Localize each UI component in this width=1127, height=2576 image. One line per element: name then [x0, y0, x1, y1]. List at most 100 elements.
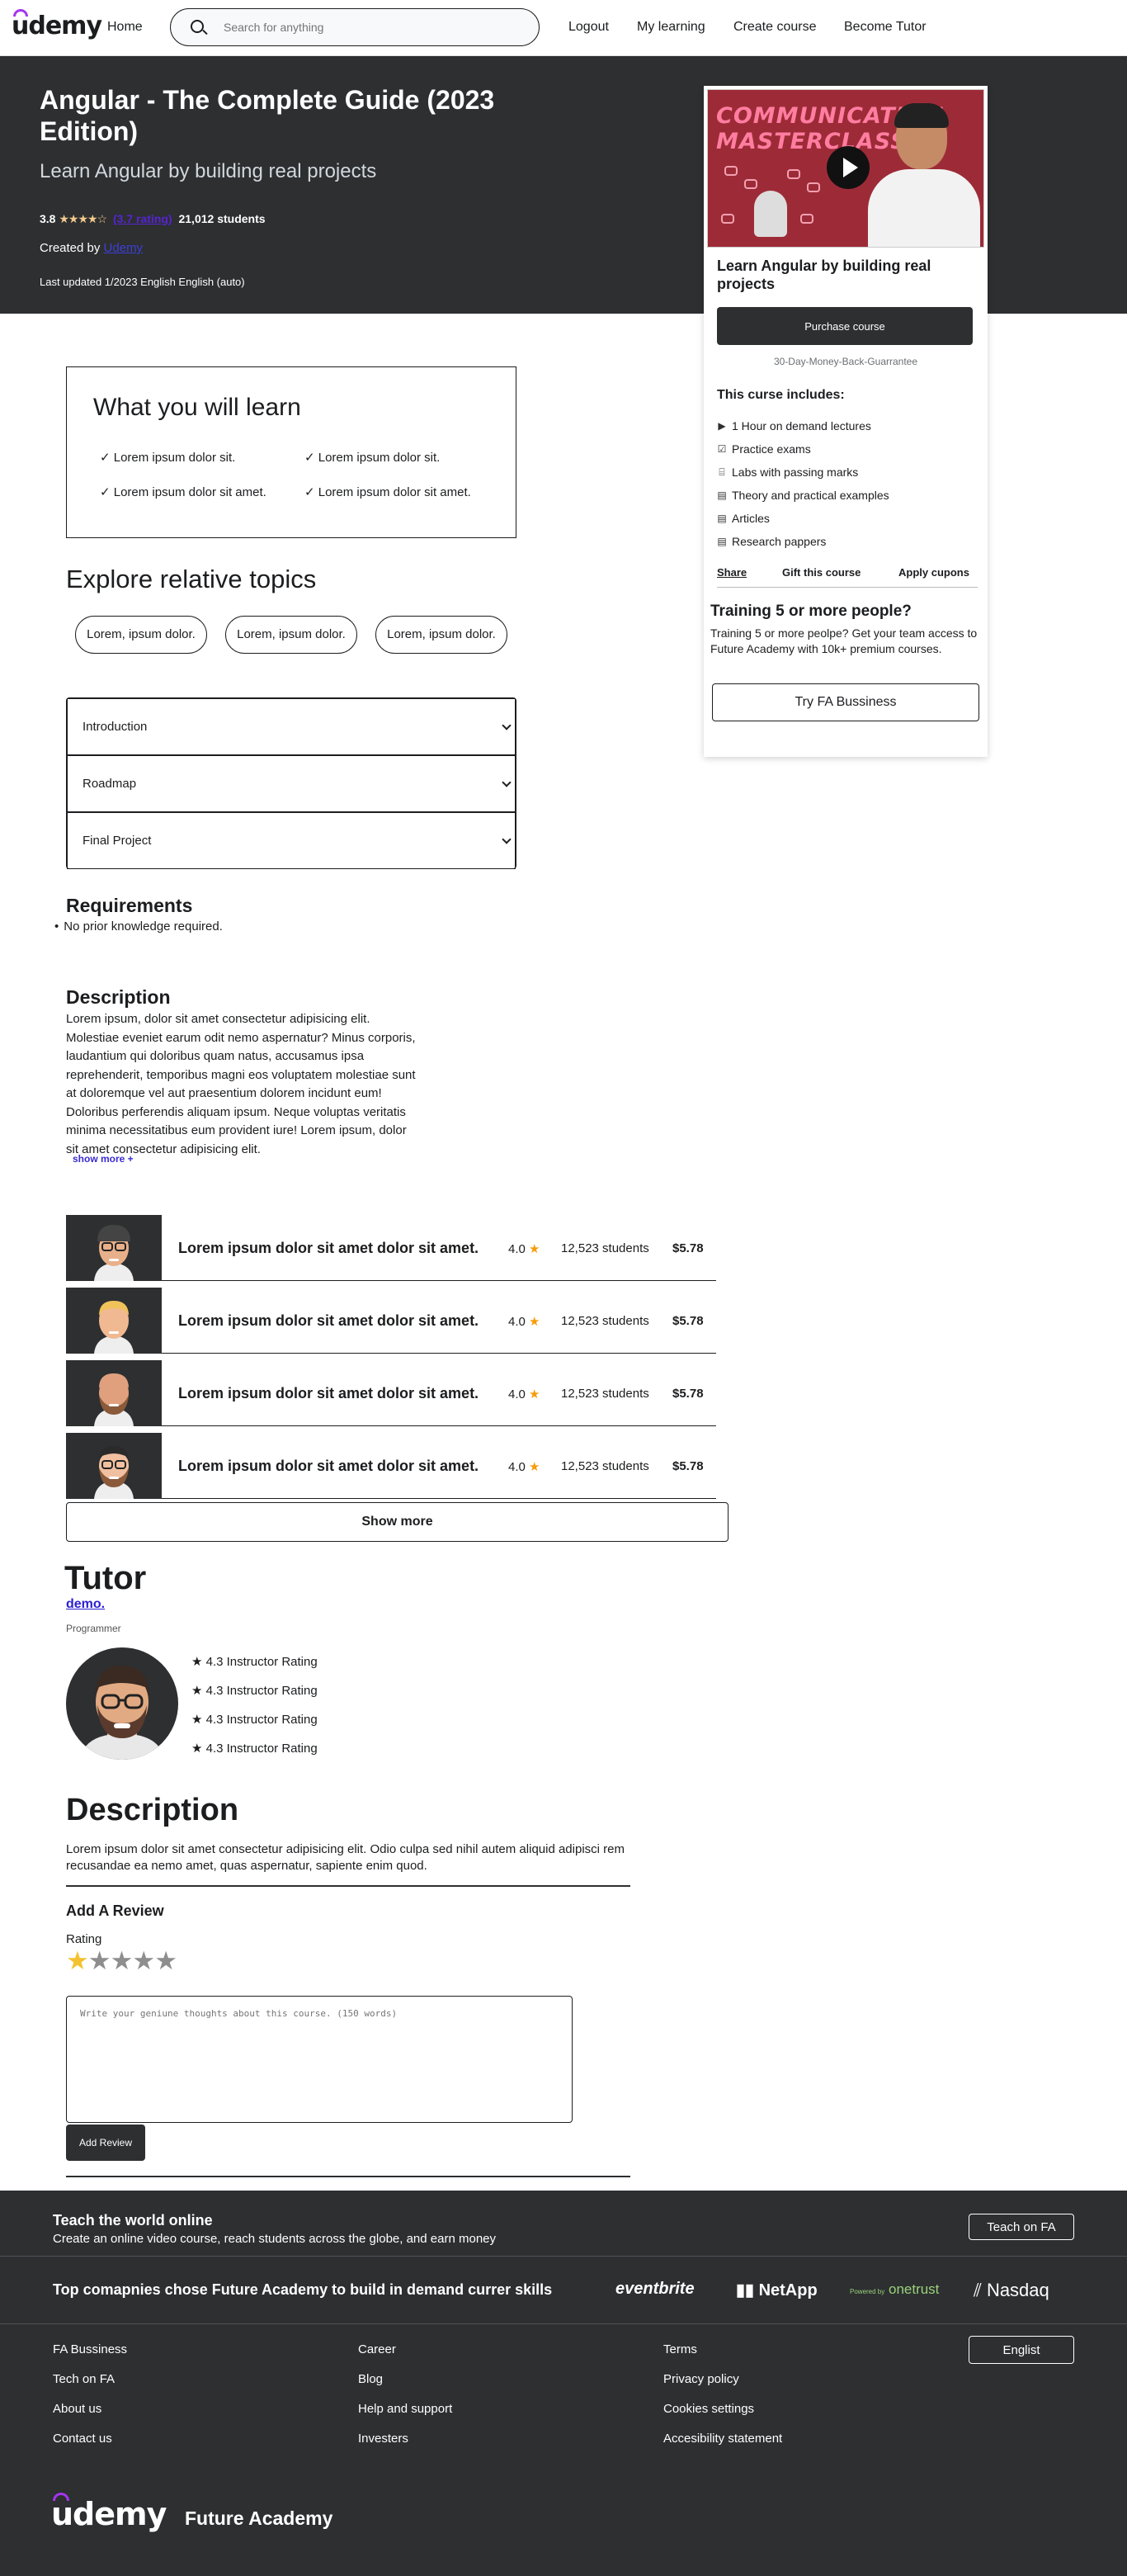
footer-udemy-logo[interactable]: udemy — [51, 2493, 167, 2532]
language-button[interactable]: Englist — [969, 2336, 1074, 2364]
rating-star-icon[interactable]: ★ — [66, 1946, 89, 1975]
star-icon: ★ — [529, 1387, 540, 1401]
review-star-rating[interactable]: ★★★★★ — [66, 1946, 177, 1976]
review-textarea[interactable] — [66, 1996, 573, 2123]
course-row[interactable]: Lorem ipsum dolor sit amet dolor sit ame… — [66, 1360, 716, 1426]
nav-my-learning-link[interactable]: My learning — [637, 20, 705, 35]
course-thumbnail — [66, 1288, 162, 1354]
course-thumbnail — [66, 1215, 162, 1281]
footer-link[interactable]: Terms — [663, 2342, 697, 2356]
requirements-title: Requirements — [66, 895, 193, 916]
chat-bubble-icon — [807, 182, 820, 192]
apply-coupons-link[interactable]: Apply cupons — [898, 566, 969, 579]
topic-pill[interactable]: Lorem, ipsum dolor. — [75, 616, 207, 654]
footer-link[interactable]: Contact us — [53, 2432, 112, 2446]
onetrust-logo: Powered by onetrust — [850, 2281, 940, 2297]
companies-text: Top comapnies chose Future Academy to bu… — [53, 2281, 553, 2298]
instructor-rating: ★ 4.3 Instructor Rating — [191, 1655, 318, 1669]
try-fa-business-button[interactable]: Try FA Bussiness — [712, 683, 979, 721]
purchase-card: COMMUNICATION MASTERCLASS Learn Angular b… — [704, 86, 988, 757]
course-price: $5.78 — [672, 1459, 704, 1473]
show-more-courses-button[interactable]: Show more — [66, 1502, 729, 1542]
rating-star-icon[interactable]: ★ — [111, 1946, 134, 1975]
search-icon[interactable] — [191, 20, 204, 33]
course-subtitle: Learn Angular by building real projects — [40, 160, 377, 182]
includes-list: ▶ 1 Hour on demand lectures ☑ Practice exam… — [717, 414, 889, 553]
includes-title: This curse includes: — [717, 388, 845, 402]
last-updated: Last updated 1/2023 English English (aut… — [40, 276, 245, 288]
purchase-course-button[interactable]: Purchase course — [717, 307, 973, 345]
learn-item: ✓ Lorem ipsum dolor sit amet. — [304, 485, 471, 499]
students-count: 21,012 students — [178, 212, 266, 225]
footer-link[interactable]: Help and support — [358, 2402, 452, 2416]
teach-subtitle: Create an online video course, reach stu… — [53, 2232, 496, 2246]
play-icon[interactable] — [827, 146, 870, 189]
include-item: ⌸ Labs with passing marks — [717, 461, 889, 484]
include-item: ▶ 1 Hour on demand lectures — [717, 414, 889, 437]
rating-star-icon[interactable]: ★ — [154, 1946, 177, 1975]
course-thumbnail — [66, 1360, 162, 1426]
footer-link[interactable]: Tech on FA — [53, 2372, 115, 2386]
footer: Teach the world online Create an online … — [0, 2191, 1127, 2576]
rating-star-icon[interactable]: ★ — [132, 1946, 155, 1975]
course-title: Lorem ipsum dolor sit amet dolor sit ame… — [178, 1385, 479, 1401]
share-link[interactable]: Share — [717, 566, 747, 579]
course-rating: 4.0 ★ — [508, 1387, 540, 1401]
footer-link[interactable]: Cookies settings — [663, 2402, 754, 2416]
search-bar[interactable] — [170, 8, 540, 46]
course-rating: 4.0 ★ — [508, 1242, 540, 1256]
include-label: Articles — [732, 512, 770, 525]
topics-title: Explore relative topics — [66, 565, 317, 593]
play-circle-icon: ▶ — [718, 420, 726, 432]
course-row[interactable]: Lorem ipsum dolor sit amet dolor sit ame… — [66, 1215, 716, 1281]
nav-become-tutor-link[interactable]: Become Tutor — [844, 20, 927, 35]
include-item: ▤ Research pappers — [717, 530, 889, 553]
include-label: Practice exams — [732, 442, 811, 456]
topic-pill[interactable]: Lorem, ipsum dolor. — [225, 616, 357, 654]
teach-title: Teach the world online — [53, 2212, 213, 2229]
footer-link[interactable]: About us — [53, 2402, 101, 2416]
tutor-name-link[interactable]: demo. — [66, 1597, 105, 1612]
ratings-link[interactable]: (3.7 rating) — [113, 212, 172, 225]
footer-brand-name: Future Academy — [185, 2507, 333, 2529]
nav-logout-link[interactable]: Logout — [568, 20, 609, 35]
rating-star-icon[interactable]: ★ — [88, 1946, 111, 1975]
footer-link[interactable]: FA Bussiness — [53, 2342, 127, 2356]
tutor-avatar — [66, 1647, 178, 1760]
topic-pill[interactable]: Lorem, ipsum dolor. — [375, 616, 507, 654]
course-row[interactable]: Lorem ipsum dolor sit amet dolor sit ame… — [66, 1288, 716, 1354]
accordion-item-roadmap[interactable]: Roadmap — [67, 755, 516, 812]
description-title: Description — [66, 986, 171, 1008]
course-preview-video[interactable]: COMMUNICATION MASTERCLASS — [707, 89, 984, 248]
search-input[interactable] — [224, 19, 521, 35]
creator-link[interactable]: Udemy — [104, 241, 144, 255]
gift-course-link[interactable]: Gift this course — [782, 566, 861, 579]
udemy-logo[interactable]: udemy — [12, 9, 102, 40]
footer-link[interactable]: Privacy policy — [663, 2372, 739, 2386]
course-price: $5.78 — [672, 1241, 704, 1255]
nav-create-course-link[interactable]: Create course — [733, 20, 817, 35]
footer-link[interactable]: Accesibility statement — [663, 2432, 782, 2446]
course-price: $5.78 — [672, 1314, 704, 1328]
nav-home-link[interactable]: Home — [107, 20, 143, 35]
footer-link[interactable]: Investers — [358, 2432, 408, 2446]
include-item: ☑ Practice exams — [717, 437, 889, 461]
show-more-link[interactable]: show more + — [73, 1153, 134, 1165]
bullet-icon: • — [54, 919, 59, 934]
accordion-item-introduction[interactable]: Introduction — [67, 698, 516, 755]
footer-link[interactable]: Blog — [358, 2372, 383, 2386]
instructor-rating: ★ 4.3 Instructor Rating — [191, 1713, 318, 1727]
footer-link[interactable]: Career — [358, 2342, 396, 2356]
instructor-rating: ★ 4.3 Instructor Rating — [191, 1684, 318, 1698]
presenter-photo — [865, 100, 980, 247]
course-row[interactable]: Lorem ipsum dolor sit amet dolor sit ame… — [66, 1433, 716, 1499]
course-students: 12,523 students — [561, 1241, 649, 1255]
include-item: ▤ Theory and practical examples — [717, 484, 889, 507]
star-icon: ★ — [529, 1242, 540, 1256]
accordion-item-final-project[interactable]: Final Project — [67, 812, 516, 869]
course-rating: 4.0 ★ — [508, 1315, 540, 1329]
add-review-button[interactable]: Add Review — [66, 2125, 145, 2161]
include-label: Labs with passing marks — [732, 466, 859, 479]
card-actions: Share Gift this course Apply cupons — [717, 563, 978, 588]
teach-on-fa-button[interactable]: Teach on FA — [969, 2214, 1074, 2240]
